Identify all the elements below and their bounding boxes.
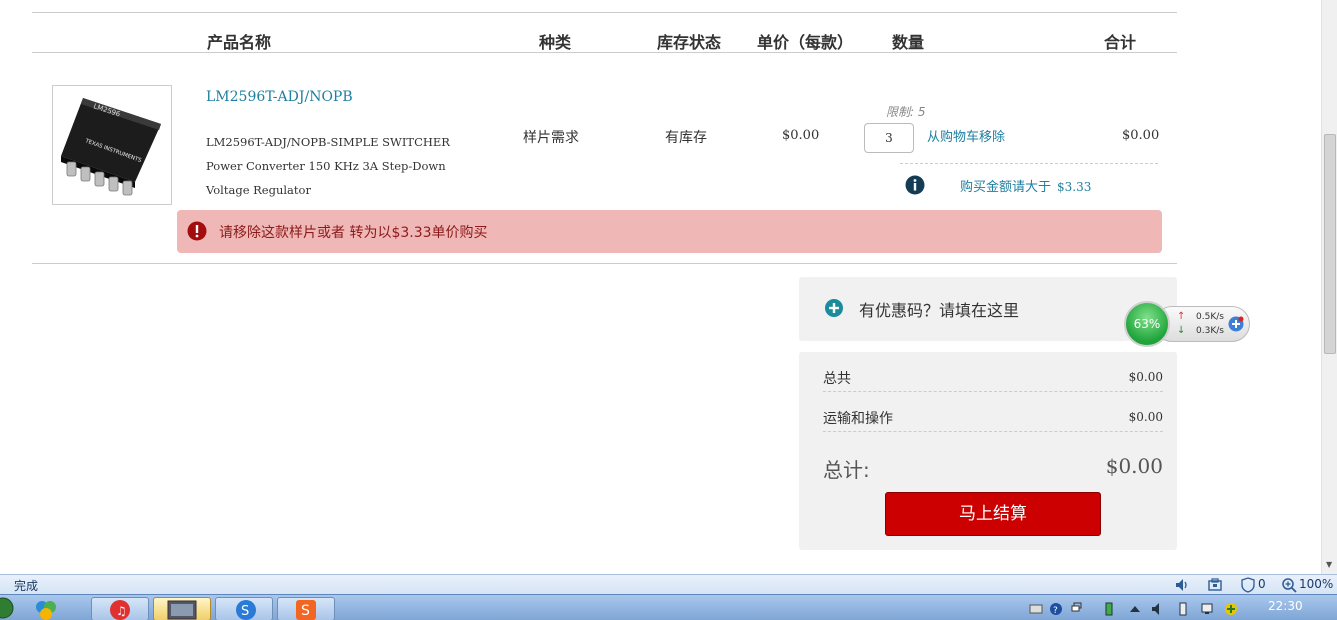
upload-arrow-icon: ↑	[1177, 311, 1186, 322]
coupon-box[interactable]: 有优惠码？请填在这里	[799, 277, 1177, 341]
header-quantity: 数量	[892, 33, 925, 52]
min-purchase-amount: $3.33	[1057, 180, 1092, 194]
volume-icon[interactable]	[1151, 602, 1165, 616]
browser-status-bar: 完成 0 100%	[0, 574, 1337, 594]
subtotal-value: $0.00	[1128, 370, 1163, 384]
taskbar-app-chrome[interactable]	[30, 597, 88, 620]
product-description: LM2596T-ADJ/NOPB-SIMPLE SWITCHER Power C…	[206, 130, 506, 202]
svg-text:♫: ♫	[116, 604, 127, 618]
sogou-icon: S	[236, 600, 256, 620]
blocked-count: 0	[1258, 577, 1266, 591]
line-total: $0.00	[1122, 128, 1160, 143]
subtotal-row: 总共 $0.00	[823, 366, 1163, 392]
page-content: 产品名称 种类 库存状态 单价（每款） 数量 合计 LM2596 TEXAS I…	[0, 0, 1321, 574]
cart-table-header: 产品名称 种类 库存状态 单价（每款） 数量 合计	[32, 26, 1177, 53]
download-speed: 0.3K/s	[1196, 326, 1224, 336]
divider	[900, 163, 1158, 164]
error-message: 请移除这款样片或者 转为以$3.33单价购买	[219, 225, 488, 241]
shipping-value: $0.00	[1128, 410, 1163, 424]
product-description-line: Voltage Regulator	[206, 183, 311, 197]
section-divider	[32, 263, 1177, 264]
header-stock: 库存状态	[657, 33, 722, 52]
product-description-line: Power Converter 150 KHz 3A Step-Down	[206, 159, 446, 173]
product-description-line: LM2596T-ADJ/NOPB-SIMPLE SWITCHER	[206, 135, 450, 149]
s-logo-icon: S	[296, 600, 316, 620]
keyboard-icon[interactable]	[1029, 602, 1043, 616]
chip-image: LM2596 TEXAS INSTRUMENTS	[53, 86, 171, 204]
taskbar-app-sogou[interactable]: S	[215, 597, 273, 620]
stock-status: 有库存	[665, 130, 707, 146]
product-name-link[interactable]: LM2596T-ADJ/NOPB	[206, 89, 353, 105]
top-divider	[32, 12, 1177, 13]
zoom-icon[interactable]	[1281, 577, 1297, 593]
order-summary: 总共 $0.00 运输和操作 $0.00 总计: $0.00 马上结算	[799, 352, 1177, 550]
svg-text:S: S	[241, 604, 249, 619]
net-speed-widget[interactable]: 63% ↑ 0.5K/s ↓ 0.3K/s	[1124, 301, 1252, 347]
exclamation-icon	[187, 221, 207, 241]
taskbar-app-active-window[interactable]	[153, 597, 211, 620]
min-purchase-notice[interactable]: 购买金额请大于 $3.33	[960, 176, 1091, 195]
subtotal-label: 总共	[823, 371, 851, 387]
compatibility-icon[interactable]	[1207, 577, 1223, 593]
shipping-label: 运输和操作	[823, 411, 893, 427]
product-image[interactable]: LM2596 TEXAS INSTRUMENTS	[52, 85, 172, 205]
product-type: 样片需求	[523, 130, 579, 146]
window-thumbnail-icon	[167, 600, 197, 620]
grand-total-label: 总计:	[823, 458, 870, 482]
grand-total-value: $0.00	[1105, 454, 1163, 478]
usb-icon[interactable]	[1176, 602, 1190, 616]
svg-text:S: S	[301, 603, 310, 619]
checkout-button[interactable]: 马上结算	[885, 492, 1101, 536]
battery-icon[interactable]	[1102, 602, 1116, 616]
shield-icon[interactable]	[1240, 577, 1256, 593]
unit-price: $0.00	[782, 128, 820, 143]
quantity-limit: 限制: 5	[886, 105, 926, 119]
quantity-input[interactable]	[864, 123, 914, 153]
color-circles-icon	[36, 601, 56, 620]
coupon-label[interactable]: 有优惠码？请填在这里	[859, 297, 1019, 321]
remove-from-cart-link[interactable]: 从购物车移除	[927, 126, 1005, 145]
status-text: 完成	[14, 579, 39, 593]
download-arrow-icon: ↓	[1177, 325, 1186, 336]
security-icon[interactable]	[1224, 602, 1238, 616]
vertical-scrollbar[interactable]: ▼	[1321, 0, 1337, 574]
taskbar-clock[interactable]: 22:30	[1268, 599, 1303, 613]
header-product-name: 产品名称	[207, 33, 272, 52]
header-unit-price: 单价（每款）	[757, 33, 854, 52]
taskbar-app-itunes[interactable]: ♫	[91, 597, 149, 620]
windows-taskbar: ♫ S S ? 22:30	[0, 594, 1337, 620]
min-purchase-label: 购买金额请大于	[960, 180, 1052, 195]
header-type: 种类	[539, 33, 572, 52]
chevron-up-icon[interactable]	[1128, 602, 1142, 616]
error-alert: 请移除这款样片或者 转为以$3.33单价购买	[177, 210, 1162, 253]
restore-icon[interactable]	[1071, 602, 1085, 616]
upload-speed: 0.5K/s	[1196, 312, 1224, 322]
zoom-level[interactable]: 100%	[1299, 577, 1333, 591]
scroll-down-arrow-icon[interactable]: ▼	[1326, 560, 1332, 569]
help-icon[interactable]: ?	[1049, 602, 1063, 616]
speaker-icon[interactable]	[1174, 577, 1190, 593]
shipping-row: 运输和操作 $0.00	[823, 406, 1163, 432]
svg-text:?: ?	[1053, 606, 1058, 616]
itunes-icon: ♫	[110, 600, 130, 620]
start-button-icon[interactable]	[0, 597, 14, 619]
header-total: 合计	[1104, 33, 1137, 52]
memory-usage-ball[interactable]: 63%	[1124, 301, 1170, 347]
scrollbar-thumb[interactable]	[1324, 134, 1336, 354]
info-icon	[905, 175, 925, 195]
network-icon[interactable]	[1200, 602, 1214, 616]
plus-circle-icon[interactable]	[824, 298, 844, 318]
widget-plus-icon[interactable]	[1228, 316, 1244, 332]
taskbar-app-weibo[interactable]: S	[277, 597, 335, 620]
